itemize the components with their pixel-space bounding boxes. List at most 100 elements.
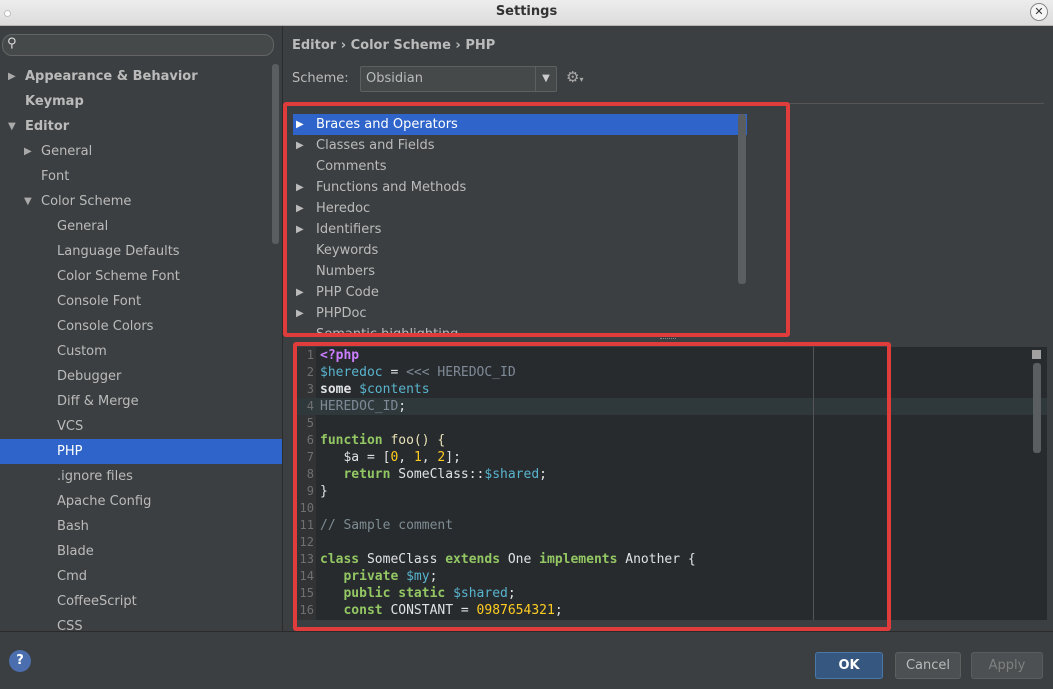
sidebar-item-label: General bbox=[41, 144, 93, 159]
code-line: 9} bbox=[297, 483, 1047, 500]
splitter-handle[interactable] bbox=[660, 338, 676, 341]
sidebar-item[interactable]: General bbox=[0, 214, 282, 239]
sidebar-item[interactable]: ▶ Appearance & Behavior bbox=[0, 64, 282, 89]
editor-scrollbar[interactable] bbox=[1033, 363, 1041, 453]
chevron-right-icon[interactable]: ▶ bbox=[24, 139, 32, 164]
chevron-right-icon[interactable]: ▶ bbox=[8, 64, 16, 89]
ok-button[interactable]: OK bbox=[815, 652, 883, 679]
code-token: Another { bbox=[617, 552, 696, 567]
code-token: $heredoc bbox=[320, 365, 383, 380]
scheme-label: Scheme: bbox=[292, 71, 349, 86]
sidebar-item[interactable]: ▼ Editor bbox=[0, 114, 282, 139]
sidebar-item[interactable]: Custom bbox=[0, 339, 282, 364]
code-text: function foo() { bbox=[320, 432, 445, 449]
code-line: 4 HEREDOC_ID; bbox=[297, 398, 1047, 415]
category-item[interactable]: ▶ Heredoc bbox=[293, 198, 747, 219]
code-token: One bbox=[500, 552, 540, 567]
sidebar-item[interactable]: Debugger bbox=[0, 364, 282, 389]
code-token: CONSTANT = bbox=[382, 603, 477, 618]
sidebar-item[interactable]: Font bbox=[0, 164, 282, 189]
sidebar-item[interactable]: Console Colors bbox=[0, 314, 282, 339]
sidebar-item[interactable]: Apache Config bbox=[0, 489, 282, 514]
category-label: Heredoc bbox=[316, 201, 371, 216]
line-number: 10 bbox=[299, 501, 314, 515]
sidebar-scrollbar[interactable] bbox=[272, 64, 279, 244]
sidebar-item[interactable]: ▼ Color Scheme bbox=[0, 189, 282, 214]
sidebar-item[interactable]: CoffeeScript bbox=[0, 589, 282, 614]
error-stripe-indicator bbox=[1032, 350, 1041, 359]
chevron-down-icon[interactable]: ▼ bbox=[8, 114, 16, 139]
sidebar-item[interactable]: CSS bbox=[0, 614, 282, 631]
category-label: Numbers bbox=[316, 264, 375, 279]
line-number: 2 bbox=[306, 365, 314, 379]
sidebar-item-label: Font bbox=[41, 169, 70, 184]
sidebar-item[interactable]: Bash bbox=[0, 514, 282, 539]
close-icon[interactable]: ✕ bbox=[1030, 3, 1048, 21]
scheme-select[interactable]: Obsidian ▼ bbox=[360, 66, 557, 92]
code-token: some bbox=[320, 382, 360, 397]
category-item[interactable]: Comments bbox=[293, 156, 747, 177]
code-token: $my bbox=[406, 569, 430, 584]
category-item[interactable]: ▶ Braces and Operators bbox=[293, 114, 747, 135]
cancel-button[interactable]: Cancel bbox=[895, 652, 961, 679]
chevron-right-icon[interactable]: ▶ bbox=[296, 303, 304, 324]
code-token: ; bbox=[429, 569, 438, 584]
sidebar-item[interactable]: PHP bbox=[0, 439, 282, 464]
code-line: 13 class SomeClass extends One implements… bbox=[297, 551, 1047, 568]
category-item[interactable]: ▶ Identifiers bbox=[293, 219, 747, 240]
chevron-right-icon[interactable]: ▶ bbox=[296, 177, 304, 198]
code-token: ; bbox=[398, 399, 407, 414]
code-token: SomeClass bbox=[359, 552, 446, 567]
sidebar-item[interactable]: Blade bbox=[0, 539, 282, 564]
sidebar-item[interactable]: Cmd bbox=[0, 564, 282, 589]
code-line: 14 private $my; bbox=[297, 568, 1047, 585]
divider bbox=[292, 103, 1044, 104]
search-input[interactable]: ⚲ bbox=[2, 34, 274, 56]
category-item[interactable]: ▶ PHP Code bbox=[293, 282, 747, 303]
chevron-down-icon[interactable]: ▼ bbox=[535, 67, 556, 91]
sidebar-item[interactable]: Console Font bbox=[0, 289, 282, 314]
code-line: 1 <?php bbox=[297, 347, 1047, 364]
chevron-down-icon[interactable]: ▼ bbox=[24, 189, 32, 214]
gear-icon[interactable]: ⚙▾ bbox=[566, 68, 583, 86]
category-item[interactable]: Keywords bbox=[293, 240, 747, 261]
chevron-right-icon[interactable]: ▶ bbox=[296, 135, 304, 156]
chevron-right-icon[interactable]: ▶ bbox=[296, 114, 304, 135]
sidebar-item[interactable]: Keymap bbox=[0, 89, 282, 114]
sidebar-item[interactable]: ▶ General bbox=[0, 139, 282, 164]
sidebar-item-label: Language Defaults bbox=[57, 244, 180, 259]
category-item[interactable]: Semantic highlighting bbox=[293, 324, 747, 333]
sidebar-item-label: Console Font bbox=[57, 294, 142, 309]
code-text: // Sample comment bbox=[320, 517, 453, 534]
sidebar-item-label: CSS bbox=[57, 619, 83, 631]
code-token: extends bbox=[445, 552, 501, 567]
category-item[interactable]: ▶ PHPDoc bbox=[293, 303, 747, 324]
help-button[interactable]: ? bbox=[9, 650, 31, 672]
code-text: const CONSTANT = 0987654321; bbox=[320, 602, 562, 619]
line-number: 8 bbox=[306, 467, 314, 481]
sidebar-item-label: Apache Config bbox=[57, 494, 152, 509]
sidebar-item[interactable]: VCS bbox=[0, 414, 282, 439]
category-item[interactable]: ▶ Functions and Methods bbox=[293, 177, 747, 198]
settings-content: Editor › Color Scheme › PHP Scheme: Obsi… bbox=[283, 26, 1053, 631]
chevron-right-icon[interactable]: ▶ bbox=[296, 282, 304, 303]
sidebar-item-label: Color Scheme Font bbox=[57, 269, 180, 284]
sidebar-item[interactable]: Color Scheme Font bbox=[0, 264, 282, 289]
category-list: ▶ Braces and Operators ▶ Classes and Fields… bbox=[293, 114, 747, 333]
chevron-right-icon[interactable]: ▶ bbox=[296, 198, 304, 219]
category-item[interactable]: ▶ Classes and Fields bbox=[293, 135, 747, 156]
sidebar-item[interactable]: Language Defaults bbox=[0, 239, 282, 264]
code-line: 15 public static $shared; bbox=[297, 585, 1047, 602]
chevron-right-icon[interactable]: ▶ bbox=[296, 219, 304, 240]
sidebar-item[interactable]: Diff & Merge bbox=[0, 389, 282, 414]
category-scrollbar[interactable] bbox=[738, 114, 746, 284]
sidebar-item-label: Editor bbox=[25, 119, 70, 134]
code-text: some $contents bbox=[320, 381, 430, 398]
sidebar-item[interactable]: .ignore files bbox=[0, 464, 282, 489]
category-item[interactable]: Numbers bbox=[293, 261, 747, 282]
apply-button[interactable]: Apply bbox=[971, 652, 1043, 679]
